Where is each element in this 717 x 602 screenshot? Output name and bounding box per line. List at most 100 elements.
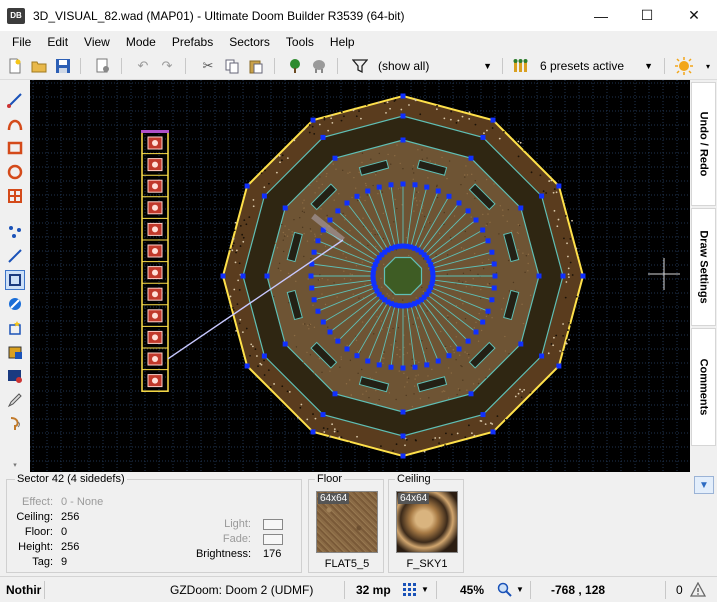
visual-mode-icon[interactable] [5, 366, 25, 386]
menu-bar: File Edit View Mode Prefabs Sectors Tool… [0, 31, 717, 53]
make-sectors-icon[interactable] [5, 318, 25, 338]
vertex [335, 208, 340, 213]
grid-icon[interactable] [402, 577, 420, 602]
vertex [401, 366, 406, 371]
vertex [480, 228, 485, 233]
redo-icon[interactable]: ↷ [157, 56, 177, 76]
tab-comments[interactable]: Comments [691, 328, 716, 446]
height-value: 256 [61, 540, 121, 554]
sound-environment-icon[interactable] [5, 342, 25, 362]
edit-icon[interactable] [5, 390, 25, 410]
draw-ellipse-icon[interactable] [5, 162, 25, 182]
vertex [466, 208, 471, 213]
status-bar: Nothir GZDoom: Doom 2 (UDMF) 32 mp ▼ 45%… [0, 576, 717, 602]
vertex [556, 364, 561, 369]
thing-marker-center [152, 378, 158, 384]
error-count[interactable]: 0 [676, 577, 683, 602]
tab-draw-settings-label: Draw Settings [698, 230, 710, 303]
tab-undo-redo[interactable]: Undo / Redo [691, 82, 716, 206]
tree-icon[interactable] [285, 56, 305, 76]
open-icon[interactable] [29, 56, 49, 76]
model-icon[interactable] [309, 56, 329, 76]
zoom-icon[interactable] [497, 577, 513, 602]
draw-curve-icon[interactable] [5, 114, 25, 134]
menu-mode[interactable]: Mode [118, 31, 164, 53]
ceiling-value: 256 [61, 510, 121, 524]
draw-grid-icon[interactable] [5, 186, 25, 206]
side-panel-tabs: Undo / Redo Draw Settings Comments [690, 80, 717, 472]
sound-propagation-icon[interactable] [5, 414, 25, 434]
presets-select[interactable]: 6 presets active ▼ [540, 56, 653, 76]
tag-label: Tag: [7, 555, 53, 569]
linedefs-mode-icon[interactable] [5, 246, 25, 266]
ceiling-texture-size: 64x64 [398, 493, 429, 504]
menu-edit[interactable]: Edit [39, 31, 76, 53]
paste-icon[interactable] [246, 56, 266, 76]
new-map-icon[interactable] [5, 56, 25, 76]
menu-prefabs[interactable]: Prefabs [164, 31, 221, 53]
vertex [328, 218, 333, 223]
toolbar-overflow-icon[interactable]: ▾ [702, 56, 714, 76]
grid-size[interactable]: 32 mp [356, 577, 391, 602]
chevron-down-icon[interactable]: ▼ [516, 577, 524, 602]
vertex [309, 274, 314, 279]
menu-sectors[interactable]: Sectors [221, 31, 278, 53]
cut-icon[interactable]: ✂ [198, 56, 218, 76]
maximize-button[interactable]: ☐ [624, 0, 670, 31]
sector-info-box: Sector 42 (4 sidedefs) Effect: 0 - None … [6, 479, 302, 573]
vertices-mode-icon[interactable] [5, 222, 25, 242]
tab-undo-redo-label: Undo / Redo [698, 112, 710, 177]
vertex [518, 342, 523, 347]
map-canvas[interactable] [30, 80, 690, 472]
vertex [424, 185, 429, 190]
vertex [335, 339, 340, 344]
vertex [401, 434, 406, 439]
sectors-mode-icon[interactable] [5, 270, 25, 290]
draw-line-icon[interactable] [5, 90, 25, 110]
vertex [518, 206, 523, 211]
vertex [401, 138, 406, 143]
vertex [241, 274, 246, 279]
menu-tools[interactable]: Tools [278, 31, 322, 53]
thing-marker-center [152, 183, 158, 189]
map-options-icon[interactable] [93, 56, 113, 76]
toolbar: ↶ ↷ ✂ (show all) ▼ 6 presets active ▼ ▾ [0, 53, 717, 80]
collapse-panel-button[interactable]: ▼ [694, 476, 714, 494]
vertex [480, 320, 485, 325]
vertex [486, 238, 491, 243]
vertex [489, 297, 494, 302]
vertex [474, 218, 479, 223]
more-tools-icon[interactable]: ▾ [5, 460, 25, 470]
warning-icon[interactable] [690, 577, 710, 602]
zoom-level[interactable]: 45% [460, 577, 484, 602]
vertex [481, 135, 486, 140]
ceiling-texture-image[interactable]: 64x64 [396, 491, 458, 553]
sun-icon[interactable] [674, 56, 694, 76]
tab-draw-settings[interactable]: Draw Settings [691, 208, 716, 326]
light-color-swatch[interactable] [263, 519, 283, 530]
filter-icon[interactable] [350, 56, 370, 76]
presets-icon[interactable] [512, 56, 532, 76]
draw-rectangle-icon[interactable] [5, 138, 25, 158]
floor-texture-name: FLAT5_5 [309, 558, 385, 570]
fade-color-swatch[interactable] [263, 534, 283, 545]
undo-icon[interactable]: ↶ [133, 56, 153, 76]
things-mode-icon[interactable] [5, 294, 25, 314]
copy-icon[interactable] [222, 56, 242, 76]
vertex [283, 206, 288, 211]
vertex [312, 250, 317, 255]
vertex [328, 330, 333, 335]
menu-file[interactable]: File [0, 31, 39, 53]
things-filter-select[interactable]: (show all) ▼ [378, 56, 492, 76]
menu-help[interactable]: Help [322, 31, 363, 53]
minimize-button[interactable]: — [578, 0, 624, 31]
save-icon[interactable] [53, 56, 73, 76]
ceiling-texture-name: F_SKY1 [389, 558, 465, 570]
close-button[interactable]: ✕ [671, 0, 717, 31]
vertex [430, 270, 435, 275]
map-drawing[interactable] [30, 80, 690, 472]
vertex [365, 189, 370, 194]
floor-texture-image[interactable]: 64x64 [316, 491, 378, 553]
chevron-down-icon[interactable]: ▼ [421, 577, 429, 602]
menu-view[interactable]: View [76, 31, 118, 53]
